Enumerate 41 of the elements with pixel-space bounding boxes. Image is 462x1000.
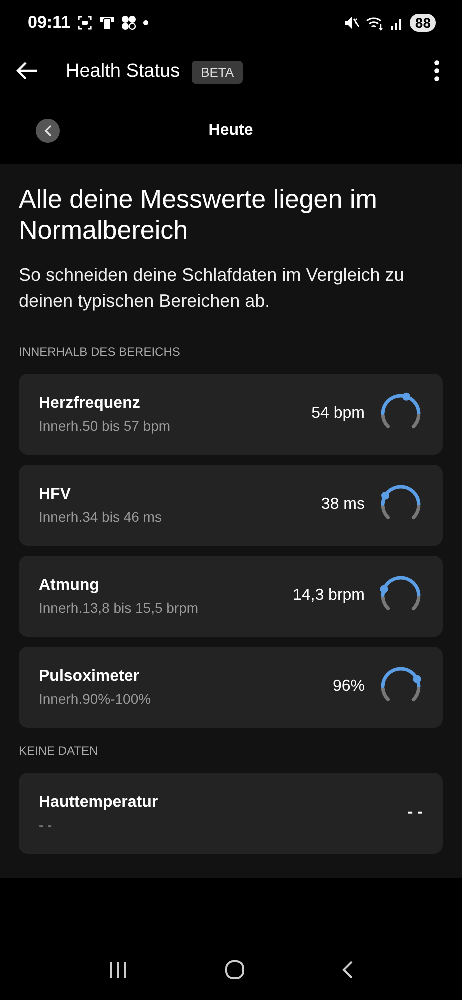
metric-name: Herzfrequenz	[39, 394, 142, 413]
screenshot-icon	[76, 15, 93, 31]
home-icon	[224, 960, 245, 980]
section-label: INNERHALB DES BEREICHS	[19, 344, 182, 359]
chevron-left-icon	[44, 125, 52, 137]
chevron-left-icon	[342, 960, 354, 980]
metric-card[interactable]: Herzfrequenz Innerh.50 bis 57 bpm 54 bpm	[19, 374, 443, 455]
section-label: KEINE DATEN	[19, 744, 100, 758]
metric-name: Atmung	[39, 576, 100, 595]
battery-level: 88	[410, 14, 436, 32]
intro-text: So schneiden deine Schlafdaten im Vergleich zu deinen typischen Bereichen ab.	[19, 264, 406, 314]
metric-value: 38 ms	[321, 496, 365, 514]
metric-range: Innerh.34 bis 46 ms	[39, 508, 163, 525]
metric-card[interactable]: Hauttemperatur - - - -	[19, 772, 443, 854]
metric-value: 96%	[332, 678, 365, 696]
clock-time: 09:11	[28, 13, 71, 33]
metric-card[interactable]: Pulsoximeter Innerh.90%-100% 96%	[19, 646, 443, 728]
metric-card[interactable]: Atmung Innerh.13,8 bis 15,5 brpm 14,3 brpm	[19, 556, 443, 637]
device-icon	[98, 15, 115, 31]
metric-range: Innerh.50 bis 57 bpm	[39, 418, 172, 434]
back-arrow-icon	[16, 60, 38, 80]
metric-value: 54 bpm	[312, 405, 365, 424]
beta-badge: BETA	[192, 60, 244, 84]
dot-icon	[142, 20, 149, 26]
metric-card[interactable]: HFV Innerh.34 bis 46 ms 38 ms	[19, 464, 443, 546]
metric-range: Innerh.13,8 bis 15,5 brpm	[39, 600, 200, 616]
more-icon	[434, 60, 440, 82]
metric-name: Hauttemperatur	[39, 794, 160, 812]
screen-title: Health Status	[66, 61, 180, 83]
date-label: Heute	[208, 122, 254, 140]
mute-icon	[344, 15, 360, 31]
previous-day-button[interactable]	[36, 119, 60, 143]
metric-value: - -	[408, 804, 423, 822]
wifi-icon	[366, 15, 384, 31]
metric-name: HFV	[39, 486, 72, 504]
headline: Alle deine Messwerte liegen im Normalbereich	[19, 184, 378, 246]
metric-range: - -	[39, 816, 54, 833]
recent-apps-icon	[108, 961, 128, 979]
metric-value: 14,3 brpm	[292, 587, 365, 606]
metric-range: Innerh.90%-100%	[39, 690, 152, 707]
metric-name: Pulsoximeter	[39, 668, 140, 686]
